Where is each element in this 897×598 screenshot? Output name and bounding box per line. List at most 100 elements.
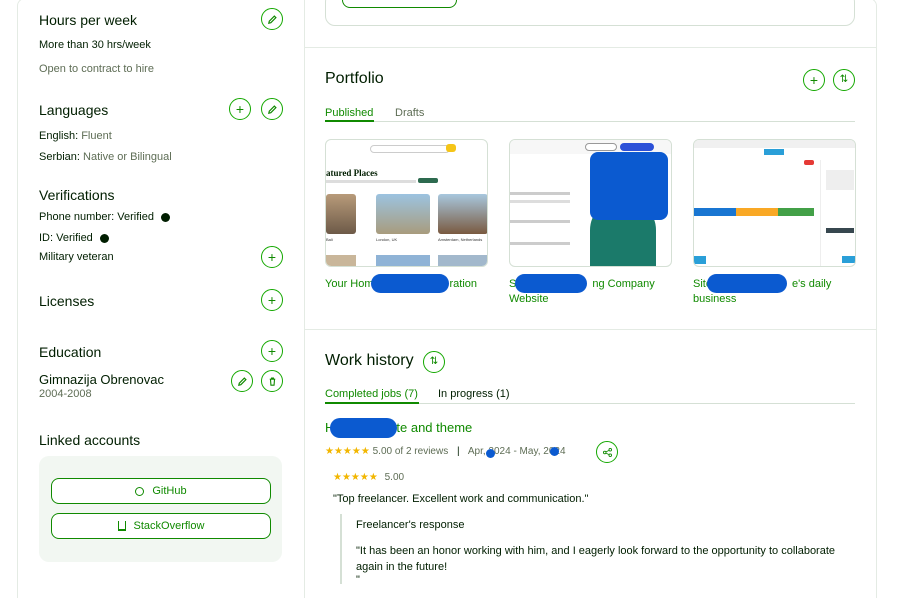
add-verification-button[interactable]: + bbox=[261, 246, 283, 268]
thumb-place-label: Bali bbox=[326, 237, 333, 242]
verification-id-label: ID: Verified bbox=[39, 232, 93, 244]
thumb-button bbox=[446, 144, 456, 152]
stackoverflow-icon bbox=[117, 521, 126, 531]
delete-education-button[interactable] bbox=[261, 370, 283, 392]
redaction-overlay bbox=[371, 274, 449, 293]
thumb-place-label: Amsterdam, Netherlands bbox=[438, 237, 483, 242]
linked-accounts-panel bbox=[39, 456, 282, 562]
thumb-panel-box bbox=[826, 170, 854, 190]
job-rating-line: ★★★★★ 5.00 of 2 reviews | Apr, 2024 - Ma… bbox=[325, 446, 566, 457]
trash-icon bbox=[269, 377, 275, 386]
pencil-icon bbox=[267, 104, 277, 114]
plus-icon: + bbox=[267, 249, 277, 265]
job-rating-summary: 5.00 of 2 reviews bbox=[372, 446, 449, 457]
reorder-work-history-button[interactable]: ⇅ bbox=[423, 351, 445, 373]
thumb-text-line bbox=[510, 242, 570, 245]
redaction-dot bbox=[550, 447, 559, 456]
portfolio-caption-text: business bbox=[693, 293, 737, 305]
portfolio-title: Portfolio bbox=[325, 70, 384, 87]
edit-hours-button[interactable] bbox=[261, 8, 283, 30]
thumb-text-line bbox=[510, 200, 570, 203]
reorder-portfolio-button[interactable]: ⇅ bbox=[833, 69, 855, 91]
thumb-badge bbox=[804, 160, 814, 165]
github-icon bbox=[135, 486, 145, 496]
work-history-title: Work history bbox=[325, 352, 414, 369]
tab-completed-jobs[interactable]: Completed jobs (7) bbox=[325, 388, 418, 400]
share-icon bbox=[602, 447, 612, 457]
thumb-timeline-bar bbox=[694, 208, 814, 216]
verification-military: Military veteran bbox=[39, 251, 114, 263]
thumb-photo bbox=[438, 194, 487, 234]
portfolio-thumbnail-2[interactable] bbox=[509, 139, 672, 267]
response-border bbox=[340, 514, 342, 584]
tab-published[interactable]: Published bbox=[325, 107, 373, 119]
add-license-button[interactable]: + bbox=[261, 289, 283, 311]
licenses-title: Licenses bbox=[39, 293, 95, 309]
tab-drafts[interactable]: Drafts bbox=[395, 107, 424, 119]
portfolio-thumbnail-1[interactable]: atured Places Bali London, UK Amsterdam,… bbox=[325, 139, 488, 267]
redaction-overlay bbox=[707, 274, 787, 293]
thumb-photo bbox=[326, 255, 356, 266]
portfolio-caption-text: ng Company bbox=[592, 278, 655, 290]
add-language-button[interactable]: + bbox=[229, 98, 251, 120]
thumb-button bbox=[620, 143, 654, 151]
star-rating-icon: ★★★★★ bbox=[325, 446, 370, 457]
separator: | bbox=[457, 446, 460, 457]
section-divider bbox=[305, 47, 877, 48]
hours-value: More than 30 hrs/week bbox=[39, 39, 151, 51]
plus-icon: + bbox=[235, 101, 245, 117]
thumb-place-label: London, UK bbox=[376, 237, 398, 242]
portfolio-thumbnail-3[interactable] bbox=[693, 139, 856, 267]
response-title: Freelancer's response bbox=[356, 519, 465, 531]
sort-arrows-icon: ⇅ bbox=[429, 356, 439, 367]
thumb-heading: atured Places bbox=[326, 168, 378, 178]
add-education-button[interactable]: + bbox=[261, 340, 283, 362]
client-review: "Top freelancer. Excellent work and comm… bbox=[333, 493, 589, 505]
hours-note: Open to contract to hire bbox=[39, 63, 154, 75]
github-button[interactable]: GitHub bbox=[51, 478, 271, 504]
verification-id: ID: Verified bbox=[39, 232, 109, 244]
edit-education-button[interactable] bbox=[231, 370, 253, 392]
language-english: English: Fluent bbox=[39, 130, 112, 142]
star-rating-icon: ★★★★★ bbox=[333, 472, 378, 483]
thumb-photo bbox=[326, 194, 356, 234]
share-job-button[interactable] bbox=[596, 441, 618, 463]
portfolio-caption-text: Your Hom bbox=[325, 278, 374, 290]
plus-icon: + bbox=[809, 72, 819, 88]
portfolio-caption-text: e's daily bbox=[791, 278, 832, 290]
redaction-dot bbox=[486, 449, 495, 458]
response-text: "It has been an honor working with him, … bbox=[356, 545, 836, 573]
plus-icon: + bbox=[267, 292, 277, 308]
tab-active-indicator bbox=[325, 120, 374, 122]
thumb-photo bbox=[376, 194, 430, 234]
stackoverflow-button[interactable]: StackOverflow bbox=[51, 513, 271, 539]
linked-accounts-title: Linked accounts bbox=[39, 432, 141, 448]
add-portfolio-button[interactable]: + bbox=[803, 69, 825, 91]
redaction-overlay bbox=[330, 418, 397, 438]
sort-arrows-icon: ⇅ bbox=[839, 74, 849, 85]
review-score: 5.00 bbox=[384, 472, 405, 483]
verified-badge-icon bbox=[161, 212, 171, 222]
response-end: " bbox=[356, 574, 360, 586]
languages-title: Languages bbox=[39, 102, 109, 118]
plus-icon: + bbox=[267, 343, 277, 359]
tab-active-indicator bbox=[325, 402, 419, 404]
pencil-icon bbox=[237, 376, 247, 386]
verifications-title: Verifications bbox=[39, 187, 115, 203]
language-level: Fluent bbox=[78, 130, 112, 142]
thumb-button bbox=[764, 149, 784, 155]
thumb-subline bbox=[326, 180, 416, 183]
consultation-button[interactable] bbox=[342, 0, 457, 8]
job-dates: Apr bbox=[467, 446, 483, 457]
edit-languages-button[interactable] bbox=[261, 98, 283, 120]
tab-in-progress[interactable]: In progress (1) bbox=[438, 388, 510, 400]
redaction-overlay bbox=[515, 274, 587, 293]
thumb-text-line bbox=[510, 192, 570, 195]
review-score-line: ★★★★★ 5.00 bbox=[333, 472, 404, 483]
language-serbian: Serbian: Native or Bilingual bbox=[39, 151, 172, 163]
hours-title: Hours per week bbox=[39, 12, 138, 28]
redaction-overlay bbox=[590, 152, 668, 220]
stackoverflow-label: StackOverflow bbox=[133, 520, 205, 532]
education-school: Gimnazija Obrenovac bbox=[39, 372, 164, 387]
thumb-titlebar bbox=[694, 140, 855, 148]
